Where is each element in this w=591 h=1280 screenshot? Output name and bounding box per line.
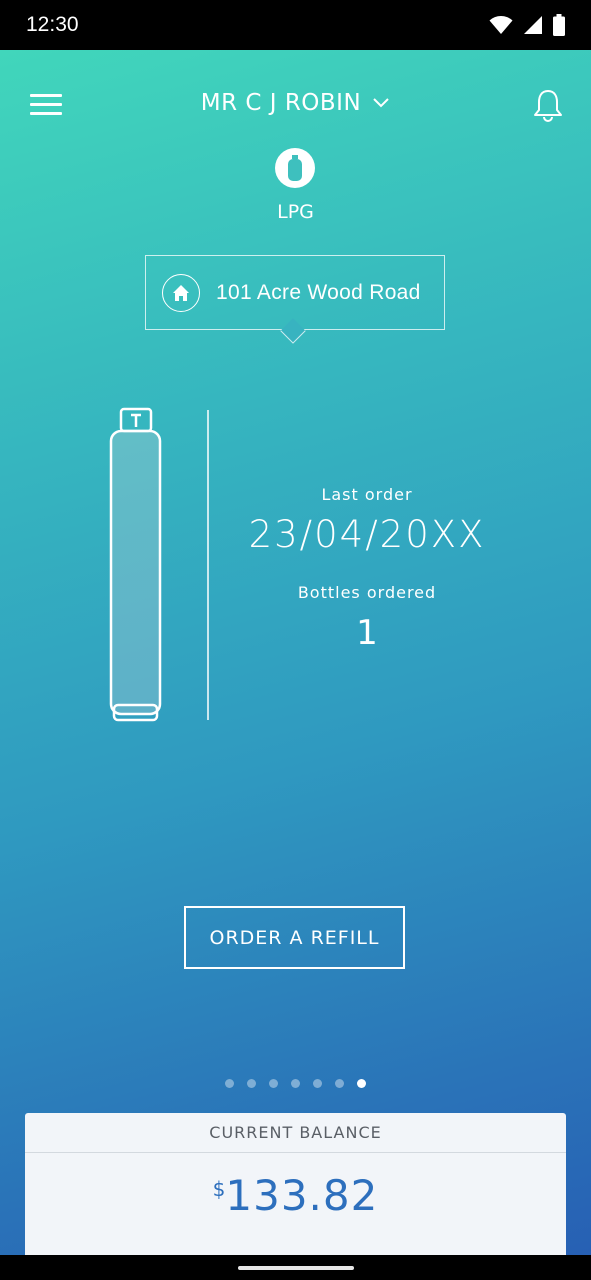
balance-amount: $133.82 [25, 1171, 566, 1220]
gas-bottle-icon [275, 148, 315, 188]
balance-title: CURRENT BALANCE [25, 1113, 566, 1153]
address-selector[interactable]: 101 Acre Wood Road [145, 255, 445, 330]
balance-value: 133.82 [225, 1171, 379, 1220]
status-icons [489, 14, 565, 36]
status-bar: 12:30 [0, 0, 591, 50]
vertical-divider [207, 410, 209, 720]
system-nav-bar [0, 1255, 591, 1280]
last-order-label: Last order [321, 485, 413, 504]
page-dot[interactable] [225, 1079, 234, 1088]
bottles-ordered-value: 1 [356, 613, 378, 653]
page-dot[interactable] [313, 1079, 322, 1088]
account-name: MR C J ROBIN [200, 90, 362, 116]
chevron-down-icon [373, 98, 389, 108]
page-indicator [0, 1079, 591, 1088]
cellular-signal-icon [524, 16, 542, 34]
home-screen: MR C J ROBIN LPG 101 Acre Wood Road Last… [0, 50, 591, 1255]
page-dot[interactable] [247, 1079, 256, 1088]
wifi-icon [489, 16, 513, 34]
address-text: 101 Acre Wood Road [216, 280, 421, 304]
page-dot[interactable] [269, 1079, 278, 1088]
page-dot[interactable] [357, 1079, 366, 1088]
currency-symbol: $ [212, 1177, 226, 1201]
balance-card[interactable]: CURRENT BALANCE $133.82 [25, 1113, 566, 1255]
home-icon [162, 273, 200, 312]
status-time: 12:30 [26, 13, 79, 36]
last-order-date: 23/04/20XX [248, 513, 486, 556]
battery-icon [553, 14, 565, 36]
notification-bell-icon[interactable] [532, 88, 564, 124]
bottles-ordered-label: Bottles ordered [297, 583, 437, 602]
page-dot[interactable] [335, 1079, 344, 1088]
home-gesture-handle[interactable] [238, 1266, 354, 1270]
fuel-type-label: LPG [277, 201, 314, 223]
account-selector[interactable]: MR C J ROBIN [0, 90, 591, 116]
page-dot[interactable] [291, 1079, 300, 1088]
order-refill-button[interactable]: ORDER A REFILL [184, 906, 405, 969]
gas-cylinder-illustration [109, 407, 162, 722]
